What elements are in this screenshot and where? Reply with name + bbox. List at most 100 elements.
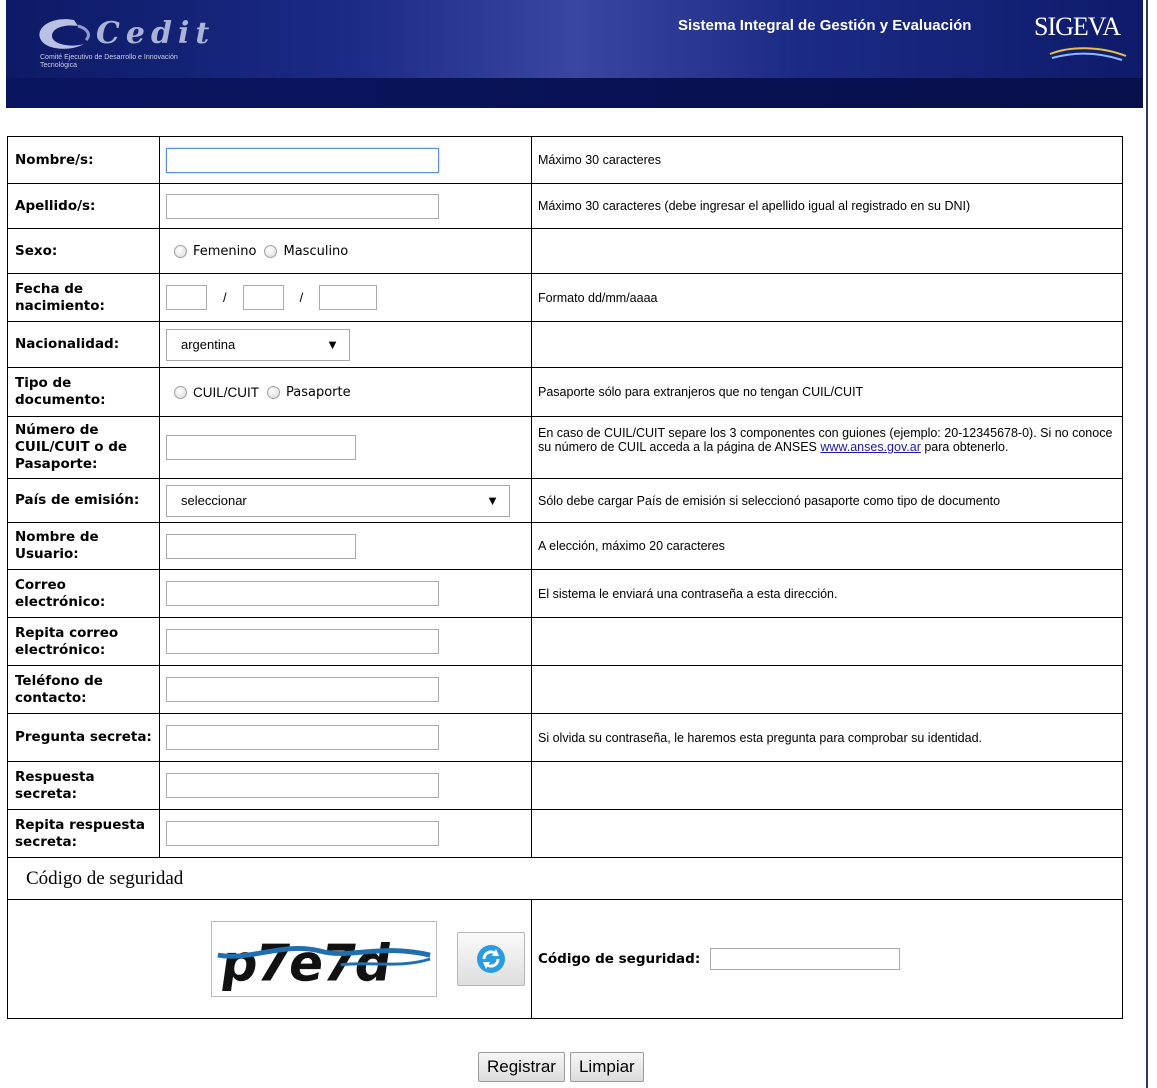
- respuesta-input[interactable]: [166, 773, 439, 798]
- sigeva-swoosh-icon: [1049, 47, 1127, 61]
- input-cell: seleccionar ▼: [160, 479, 532, 522]
- header-date-bar: 15/1/2016: [6, 78, 1143, 176]
- input-cell: [160, 570, 532, 617]
- field-label: Sexo:: [8, 229, 160, 273]
- field-label: Teléfono de contacto:: [8, 666, 160, 713]
- form-row-tipo-documento: Tipo de documento: CUIL/CUIT Pasaporte P…: [8, 368, 1122, 417]
- tipo-pasaporte-radio[interactable]: Pasaporte: [265, 385, 351, 400]
- tipo-cuil-radio[interactable]: CUIL/CUIT: [166, 385, 259, 400]
- radio-dot[interactable]: [174, 385, 187, 399]
- form-row-apellido: Apellido/s: Máximo 30 caracteres (debe i…: [8, 184, 1122, 229]
- field-label: País de emisión:: [8, 479, 160, 522]
- refresh-captcha-button[interactable]: [457, 932, 525, 986]
- form-row-sexo: Sexo: Femenino Masculino: [8, 229, 1122, 274]
- system-title: Sistema Integral de Gestión y Evaluación: [678, 17, 972, 34]
- security-code-label: Código de seguridad:: [538, 951, 701, 967]
- radio-label: CUIL/CUIT: [193, 384, 260, 400]
- usuario-input[interactable]: [166, 533, 356, 559]
- input-cell: [160, 762, 532, 809]
- dropdown-arrow-icon[interactable]: ▼: [326, 337, 339, 352]
- cedit-logo: Cedit Comité Ejecutivo de Desarrollo e I…: [34, 10, 214, 70]
- telefono-input[interactable]: [166, 677, 439, 702]
- input-cell: [160, 810, 532, 857]
- input-cell: [160, 714, 532, 761]
- field-label: Fecha de nacimiento:: [8, 274, 160, 321]
- form-row-respuesta-repetir: Repita respuesta secreta:: [8, 810, 1122, 858]
- register-button[interactable]: Registrar: [478, 1052, 565, 1082]
- field-help: Pasaporte sólo para extranjeros que no t…: [538, 385, 864, 399]
- field-label: Nombre de Usuario:: [8, 523, 160, 569]
- radio-label: Pasaporte: [286, 384, 351, 400]
- fecha-dia-input[interactable]: [166, 285, 207, 310]
- correo-input[interactable]: [166, 581, 439, 606]
- captcha-image: p7e7d: [211, 921, 437, 997]
- correo-repetir-input[interactable]: [166, 629, 439, 654]
- cedit-logo-subtitle: Comité Ejecutivo de Desarrollo e Innovac…: [40, 54, 178, 69]
- refresh-icon: [477, 945, 505, 973]
- form-row-correo: Correo electrónico: El sistema le enviar…: [8, 570, 1122, 618]
- input-cell: [160, 137, 532, 183]
- form-actions: Registrar Limpiar: [478, 1052, 644, 1082]
- input-cell: [160, 666, 532, 713]
- form-row-pais-emision: País de emisión: seleccionar ▼ Sólo debe…: [8, 479, 1122, 523]
- respuesta-repetir-input[interactable]: [166, 821, 439, 846]
- input-cell: [160, 184, 532, 228]
- field-help-empty: [532, 762, 1122, 809]
- field-help: Máximo 30 caracteres: [538, 153, 661, 167]
- field-label: Respuesta secreta:: [8, 762, 160, 809]
- field-help-empty: [532, 229, 1122, 273]
- help-text: para obtenerlo.: [920, 440, 1009, 454]
- fecha-mes-input[interactable]: [242, 285, 284, 310]
- registration-form: Nombre/s: Máximo 30 caracteres Apellido/…: [7, 136, 1123, 1019]
- field-help: En caso de CUIL/CUIT separe los 3 compon…: [532, 417, 1122, 478]
- radio-label: Masculino: [283, 243, 349, 259]
- input-cell: Femenino Masculino: [160, 229, 532, 273]
- form-row-nombre: Nombre/s: Máximo 30 caracteres: [8, 137, 1122, 184]
- field-help: Formato dd/mm/aaaa: [538, 290, 658, 305]
- select-value: argentina: [181, 337, 236, 352]
- nombre-input[interactable]: [166, 147, 439, 173]
- radio-dot[interactable]: [267, 385, 281, 399]
- date-separator: /: [223, 290, 227, 305]
- fecha-anio-input[interactable]: [319, 285, 378, 310]
- sexo-femenino-radio[interactable]: Femenino: [166, 244, 256, 259]
- captcha-row: p7e7d Código de seguridad:: [8, 900, 1122, 1018]
- field-label: Nombre/s:: [8, 137, 160, 183]
- field-help: A elección, máximo 20 caracteres: [538, 539, 725, 553]
- field-label: Correo electrónico:: [8, 570, 160, 617]
- field-label: Apellido/s:: [8, 184, 160, 228]
- pregunta-input[interactable]: [166, 725, 439, 750]
- form-row-pregunta: Pregunta secreta: Si olvida su contraseñ…: [8, 714, 1122, 762]
- field-help: Sólo debe cargar País de emisión si sele…: [538, 493, 1001, 508]
- field-help-empty: [532, 618, 1122, 665]
- field-help: El sistema le enviará una contraseña a e…: [538, 586, 838, 601]
- dropdown-arrow-icon[interactable]: ▼: [486, 493, 499, 508]
- form-row-nacionalidad: Nacionalidad: argentina ▼: [8, 322, 1122, 368]
- security-code-input[interactable]: [710, 948, 901, 970]
- pais-emision-select[interactable]: seleccionar ▼: [166, 484, 510, 517]
- security-section-title: Código de seguridad: [8, 858, 1122, 900]
- form-row-usuario: Nombre de Usuario: A elección, máximo 20…: [8, 523, 1122, 570]
- clear-button[interactable]: Limpiar: [569, 1052, 644, 1082]
- apellido-input[interactable]: [166, 193, 439, 219]
- input-cell: [160, 618, 532, 665]
- form-row-correo-repetir: Repita correo electrónico:: [8, 618, 1122, 666]
- input-cell: [160, 417, 532, 478]
- input-cell: [160, 523, 532, 569]
- radio-dot[interactable]: [264, 244, 278, 258]
- radio-dot[interactable]: [174, 244, 187, 258]
- date-separator: /: [299, 290, 304, 305]
- site-header: Cedit Comité Ejecutivo de Desarrollo e I…: [6, 0, 1143, 176]
- cedit-logo-text: Cedit: [96, 16, 216, 51]
- input-cell: / /: [160, 274, 532, 321]
- radio-label: Femenino: [193, 243, 257, 259]
- numero-documento-input[interactable]: [166, 435, 356, 460]
- sexo-masculino-radio[interactable]: Masculino: [262, 244, 348, 259]
- header-banner: Cedit Comité Ejecutivo de Desarrollo e I…: [6, 0, 1143, 78]
- field-label: Pregunta secreta:: [8, 714, 160, 761]
- form-row-telefono: Teléfono de contacto:: [8, 666, 1122, 714]
- page-right-border: [1146, 0, 1148, 1088]
- anses-link[interactable]: www.anses.gov.ar: [820, 440, 921, 454]
- nacionalidad-select[interactable]: argentina ▼: [166, 328, 350, 361]
- form-row-respuesta: Respuesta secreta:: [8, 762, 1122, 810]
